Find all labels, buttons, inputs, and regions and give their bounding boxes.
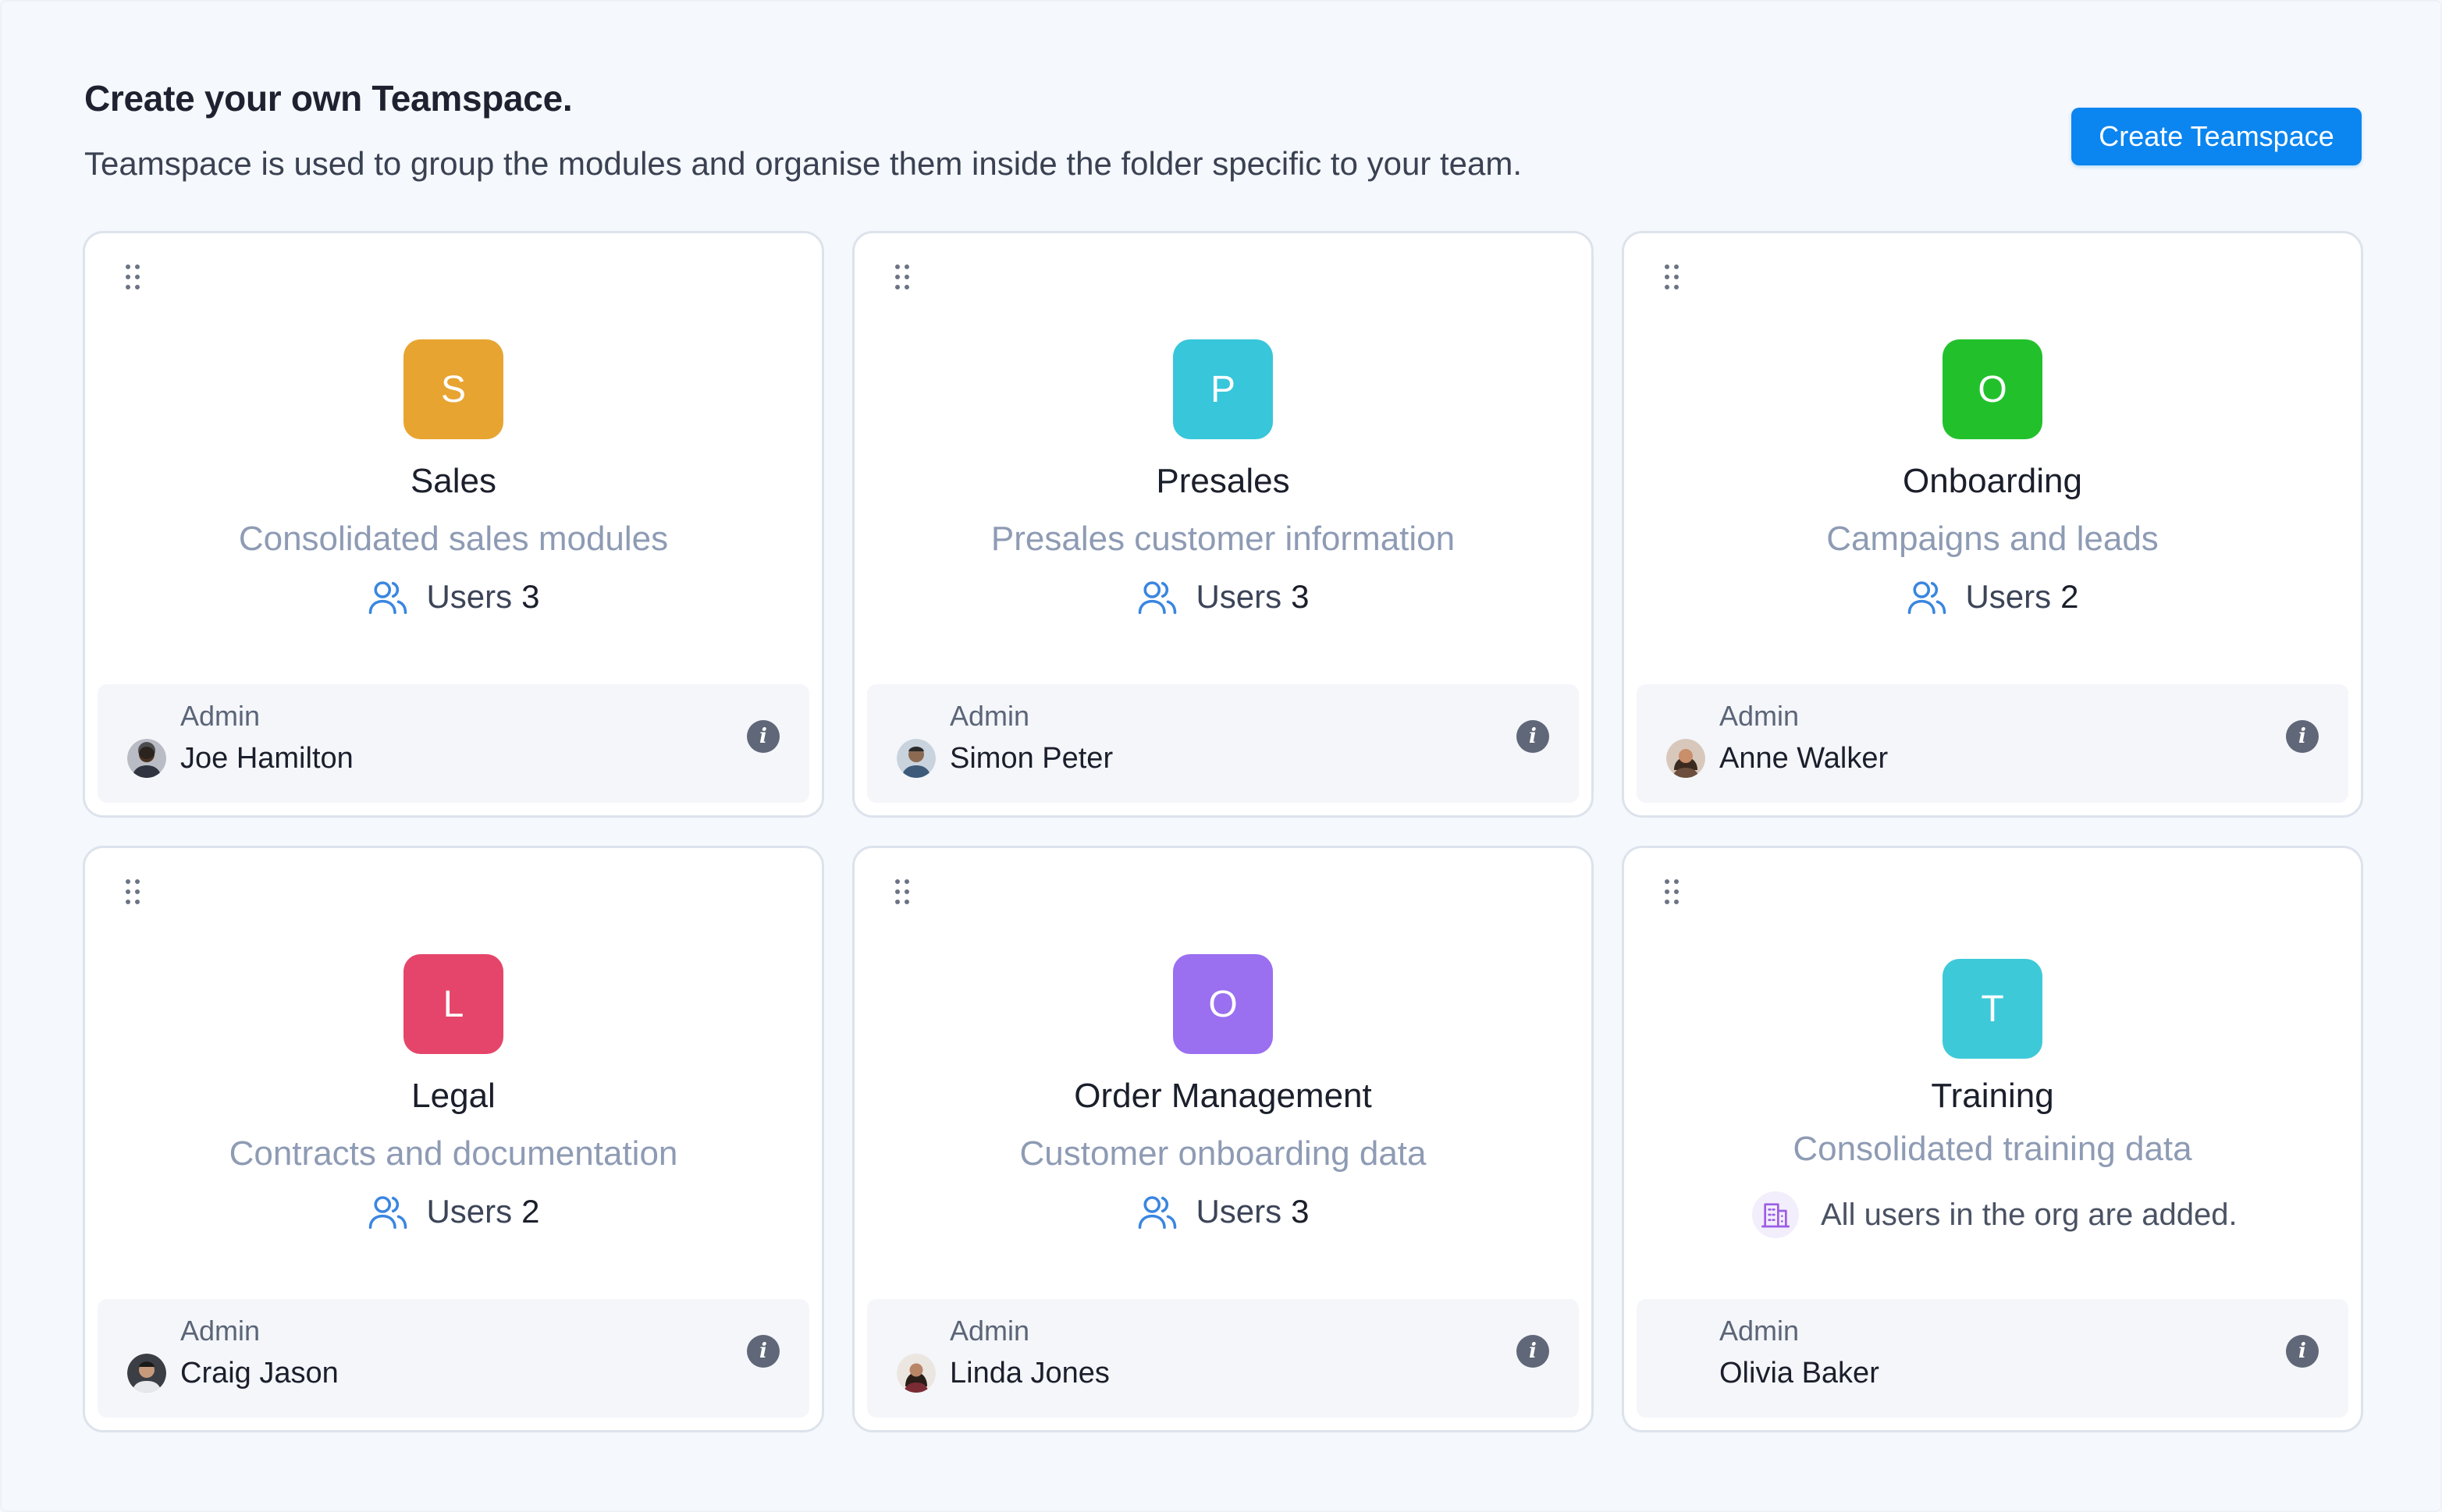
users-icon bbox=[1139, 581, 1177, 615]
admin-footer: Admin Joe Hamilton i bbox=[98, 684, 809, 803]
teamspace-initial-tile: L bbox=[403, 954, 503, 1054]
admin-footer: Admin Anne Walker i bbox=[1637, 684, 2348, 803]
admin-name: Craig Jason bbox=[180, 1357, 339, 1390]
info-icon[interactable]: i bbox=[747, 720, 780, 753]
teamspace-description: Campaigns and leads bbox=[1826, 520, 2159, 558]
avatar bbox=[127, 1354, 166, 1393]
info-icon[interactable]: i bbox=[1516, 1335, 1549, 1368]
teamspace-page: Create your own Teamspace. Teamspace is … bbox=[0, 0, 2442, 1512]
teamspace-description: Presales customer information bbox=[990, 520, 1456, 558]
users-count-row: Users 3 bbox=[855, 575, 1591, 619]
teamspace-name: Sales bbox=[410, 462, 497, 500]
teamspace-description: Contracts and documentation bbox=[229, 1134, 678, 1173]
drag-handle-icon[interactable] bbox=[126, 879, 141, 906]
admin-name: Simon Peter bbox=[950, 742, 1114, 775]
admin-footer: Admin Simon Peter i bbox=[867, 684, 1579, 803]
admin-footer: Admin Olivia Baker i bbox=[1637, 1299, 2348, 1418]
admin-name: Joe Hamilton bbox=[180, 742, 354, 775]
avatar bbox=[1666, 739, 1705, 778]
avatar bbox=[897, 1354, 936, 1393]
drag-handle-icon[interactable] bbox=[126, 264, 141, 291]
info-icon[interactable]: i bbox=[2286, 1335, 2319, 1368]
admin-label: Admin bbox=[950, 1315, 1030, 1347]
info-icon[interactable]: i bbox=[747, 1335, 780, 1368]
teamspace-name: Legal bbox=[411, 1077, 496, 1115]
teamspace-description: Consolidated training data bbox=[1793, 1130, 2192, 1168]
page-title: Create your own Teamspace. bbox=[84, 78, 573, 119]
info-icon[interactable]: i bbox=[1516, 720, 1549, 753]
teamspace-description: Consolidated sales modules bbox=[238, 520, 669, 558]
admin-name: Olivia Baker bbox=[1719, 1357, 1879, 1390]
users-icon bbox=[1908, 581, 1946, 615]
users-count-row: Users 2 bbox=[1624, 575, 2361, 619]
teamspace-name: Order Management bbox=[1074, 1077, 1372, 1115]
building-icon bbox=[1752, 1191, 1799, 1238]
teamspace-card-legal[interactable]: L Legal Contracts and documentation User… bbox=[83, 846, 824, 1432]
info-icon[interactable]: i bbox=[2286, 720, 2319, 753]
users-icon bbox=[1139, 1196, 1177, 1230]
teamspace-initial-tile: T bbox=[1943, 959, 2042, 1059]
teamspace-name: Presales bbox=[1156, 462, 1290, 500]
admin-label: Admin bbox=[180, 700, 261, 732]
drag-handle-icon[interactable] bbox=[1665, 879, 1680, 906]
teamspace-initial-tile: O bbox=[1173, 954, 1273, 1054]
users-label: Users bbox=[1196, 578, 1282, 615]
avatar bbox=[127, 739, 166, 778]
users-count-row: Users 3 bbox=[855, 1190, 1591, 1233]
drag-handle-icon[interactable] bbox=[1665, 264, 1680, 291]
admin-name: Linda Jones bbox=[950, 1357, 1110, 1390]
teamspace-initial-tile: P bbox=[1173, 339, 1273, 439]
teamspace-name: Onboarding bbox=[1903, 462, 2082, 500]
teamspace-name: Training bbox=[1931, 1077, 2054, 1115]
org-users-row: All users in the org are added. bbox=[1752, 1191, 2238, 1238]
teamspace-description: Customer onboarding data bbox=[1019, 1134, 1427, 1173]
drag-handle-icon[interactable] bbox=[895, 264, 911, 291]
teamspace-card-onboarding[interactable]: O Onboarding Campaigns and leads Users 2… bbox=[1622, 231, 2363, 818]
users-count: 2 bbox=[521, 1193, 540, 1230]
admin-label: Admin bbox=[180, 1315, 261, 1347]
users-label: Users bbox=[1196, 1193, 1282, 1230]
users-count: 3 bbox=[1291, 1193, 1310, 1230]
admin-label: Admin bbox=[1719, 700, 1800, 732]
users-count: 3 bbox=[521, 578, 540, 615]
admin-name: Anne Walker bbox=[1719, 742, 1889, 775]
admin-footer: Admin Craig Jason i bbox=[98, 1299, 809, 1418]
teamspace-card-order-management[interactable]: O Order Management Customer onboarding d… bbox=[852, 846, 1594, 1432]
org-users-text: All users in the org are added. bbox=[1821, 1197, 2238, 1232]
users-icon bbox=[369, 1196, 407, 1230]
users-count: 2 bbox=[2060, 578, 2079, 615]
admin-label: Admin bbox=[950, 700, 1030, 732]
users-label: Users bbox=[426, 1193, 513, 1230]
create-teamspace-button[interactable]: Create Teamspace bbox=[2071, 108, 2362, 165]
teamspace-initial-tile: O bbox=[1943, 339, 2042, 439]
users-count-row: Users 3 bbox=[85, 575, 822, 619]
users-count: 3 bbox=[1291, 578, 1310, 615]
admin-footer: Admin Linda Jones i bbox=[867, 1299, 1579, 1418]
teamspace-card-sales[interactable]: S Sales Consolidated sales modules Users… bbox=[83, 231, 824, 818]
users-label: Users bbox=[426, 578, 513, 615]
drag-handle-icon[interactable] bbox=[895, 879, 911, 906]
avatar bbox=[897, 739, 936, 778]
users-count-row: Users 2 bbox=[85, 1190, 822, 1233]
users-icon bbox=[369, 581, 407, 615]
teamspace-card-presales[interactable]: P Presales Presales customer information… bbox=[852, 231, 1594, 818]
page-subtitle: Teamspace is used to group the modules a… bbox=[84, 145, 1523, 182]
teamspace-card-training[interactable]: T Training Consolidated training data Al… bbox=[1622, 846, 2363, 1432]
teamspace-initial-tile: S bbox=[403, 339, 503, 439]
admin-label: Admin bbox=[1719, 1315, 1800, 1347]
users-label: Users bbox=[1965, 578, 2052, 615]
